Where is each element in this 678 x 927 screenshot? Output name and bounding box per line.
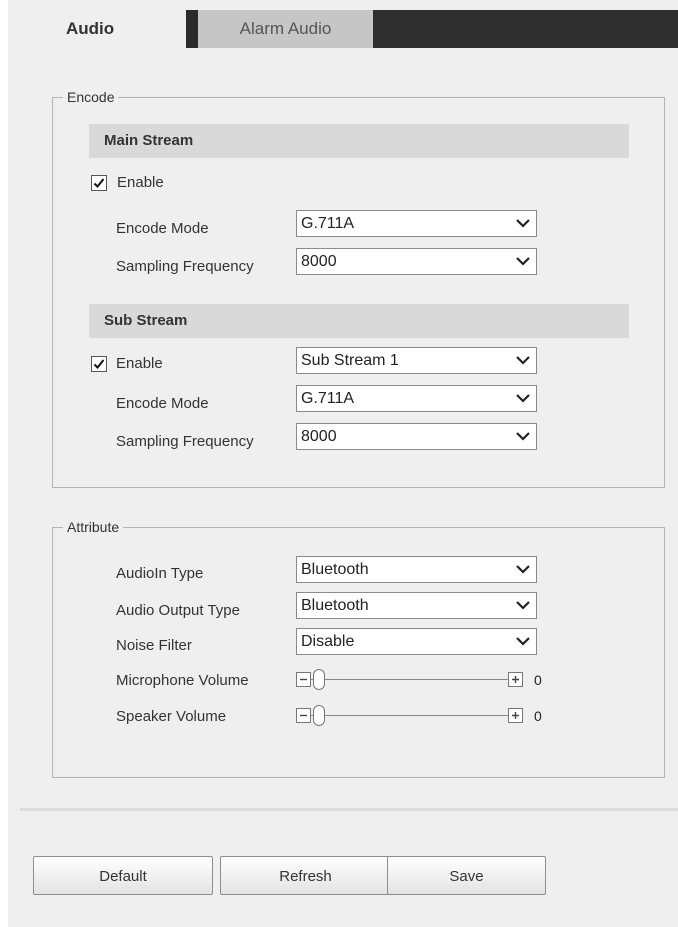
microphone-volume-track[interactable] — [311, 679, 508, 680]
noise-filter-value: Disable — [301, 633, 355, 650]
attribute-group: Attribute AudioIn Type Bluetooth Audio O… — [52, 518, 665, 778]
chevron-down-icon — [516, 432, 530, 441]
chevron-down-icon — [516, 356, 530, 365]
main-stream-enable-checkbox[interactable] — [91, 175, 107, 191]
audio-in-type-label: AudioIn Type — [116, 565, 204, 582]
save-button[interactable]: Save — [387, 856, 546, 895]
minus-icon[interactable] — [296, 708, 311, 723]
noise-filter-label: Noise Filter — [116, 637, 192, 654]
main-encode-mode-select[interactable]: G.711A — [296, 210, 537, 237]
sub-encode-mode-value: G.711A — [301, 390, 355, 407]
main-sampling-label: Sampling Frequency — [116, 258, 254, 275]
sub-sampling-label: Sampling Frequency — [116, 433, 254, 450]
microphone-volume-thumb[interactable] — [313, 669, 325, 690]
main-sampling-select[interactable]: 8000 — [296, 248, 537, 275]
audio-in-type-value: Bluetooth — [301, 561, 369, 578]
audio-in-type-select[interactable]: Bluetooth — [296, 556, 537, 583]
microphone-volume-value: 0 — [534, 672, 542, 688]
tab-audio[interactable]: Audio — [8, 10, 186, 48]
tab-bar-filler — [373, 10, 678, 48]
chevron-down-icon — [516, 257, 530, 266]
chevron-down-icon — [516, 565, 530, 574]
speaker-volume-slider: 0 — [296, 704, 550, 728]
sub-sampling-select[interactable]: 8000 — [296, 423, 537, 450]
audio-output-type-value: Bluetooth — [301, 597, 369, 614]
refresh-button[interactable]: Refresh — [220, 856, 391, 895]
tab-alarm-audio[interactable]: Alarm Audio — [198, 10, 373, 48]
plus-icon[interactable] — [508, 672, 523, 687]
tab-bar: Audio Alarm Audio — [8, 10, 678, 48]
speaker-volume-value: 0 — [534, 708, 542, 724]
speaker-volume-thumb[interactable] — [313, 705, 325, 726]
sub-encode-mode-label: Encode Mode — [116, 395, 209, 412]
audio-settings-page: Audio Alarm Audio Encode Main Stream Ena… — [8, 0, 678, 927]
main-sampling-value: 8000 — [301, 253, 337, 270]
sub-stream-select[interactable]: Sub Stream 1 — [296, 347, 537, 374]
main-stream-enable-label: Enable — [117, 174, 164, 191]
speaker-volume-label: Speaker Volume — [116, 708, 227, 725]
main-encode-mode-label: Encode Mode — [116, 220, 209, 237]
sub-sampling-value: 8000 — [301, 428, 337, 445]
attribute-legend: Attribute — [63, 518, 124, 536]
microphone-volume-slider: 0 — [296, 668, 550, 692]
encode-group: Encode Main Stream Enable Encode Mode G.… — [52, 88, 665, 488]
microphone-volume-label: Microphone Volume — [116, 672, 249, 689]
checkmark-icon — [93, 178, 105, 188]
main-encode-mode-value: G.711A — [301, 215, 355, 232]
chevron-down-icon — [516, 601, 530, 610]
sub-stream-enable-label: Enable — [116, 355, 163, 372]
checkmark-icon — [93, 359, 105, 369]
minus-icon[interactable] — [296, 672, 311, 687]
chevron-down-icon — [516, 637, 530, 646]
main-stream-header: Main Stream — [89, 124, 629, 158]
sub-stream-value: Sub Stream 1 — [301, 352, 399, 369]
audio-output-type-select[interactable]: Bluetooth — [296, 592, 537, 619]
chevron-down-icon — [516, 394, 530, 403]
plus-icon[interactable] — [508, 708, 523, 723]
default-button[interactable]: Default — [33, 856, 213, 895]
noise-filter-select[interactable]: Disable — [296, 628, 537, 655]
speaker-volume-track[interactable] — [311, 715, 508, 716]
chevron-down-icon — [516, 219, 530, 228]
sub-stream-header: Sub Stream — [89, 304, 629, 338]
audio-output-type-label: Audio Output Type — [116, 602, 240, 619]
encode-legend: Encode — [63, 88, 119, 106]
sub-encode-mode-select[interactable]: G.711A — [296, 385, 537, 412]
tab-divider — [186, 10, 198, 48]
divider — [20, 808, 678, 811]
sub-stream-enable-checkbox[interactable] — [91, 356, 107, 372]
